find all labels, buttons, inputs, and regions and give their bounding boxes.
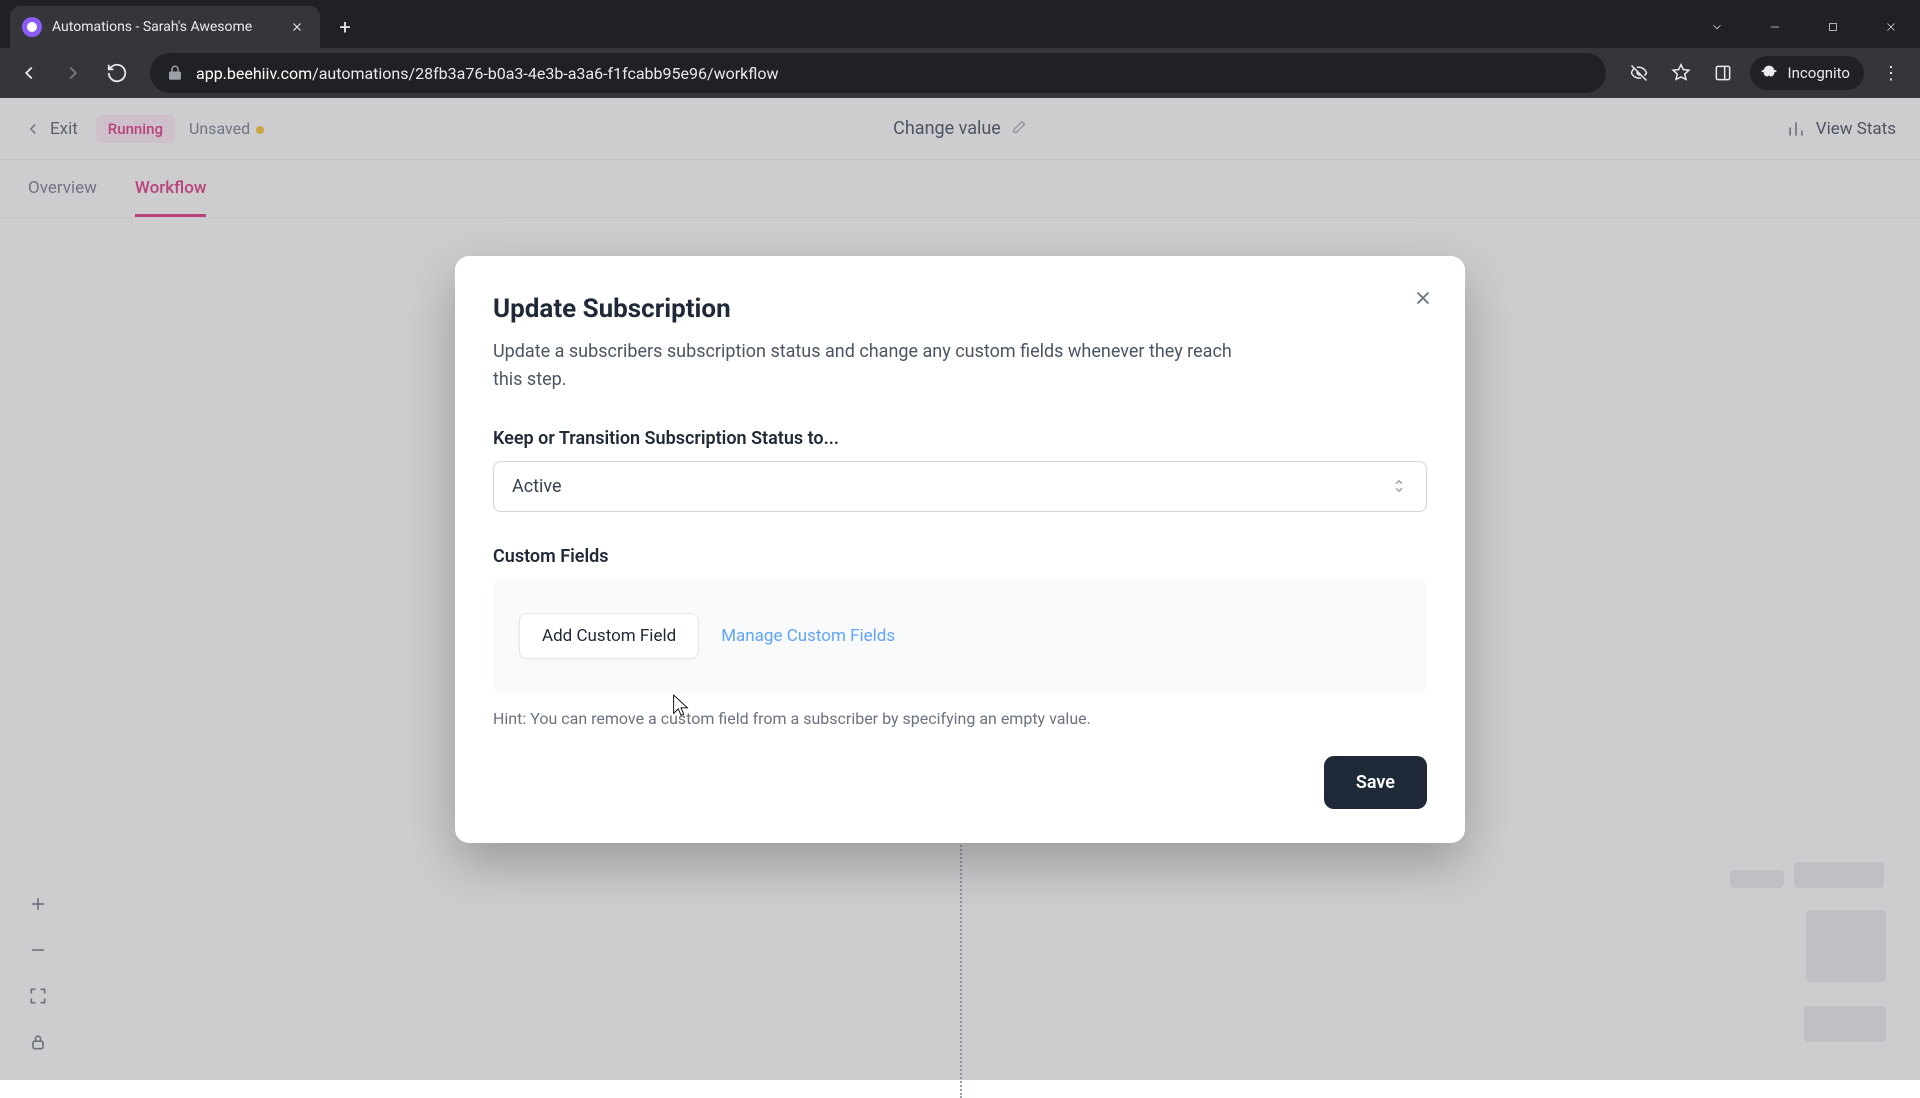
chevron-updown-icon <box>1390 477 1408 495</box>
tab-title: Automations - Sarah's Awesome <box>52 19 278 35</box>
browser-tab[interactable]: Automations - Sarah's Awesome <box>10 6 320 48</box>
chevron-down-icon[interactable] <box>1688 6 1746 48</box>
update-subscription-modal: Update Subscription Update a subscribers… <box>455 256 1465 843</box>
manage-custom-fields-link[interactable]: Manage Custom Fields <box>721 626 895 646</box>
modal-close-button[interactable] <box>1407 282 1439 314</box>
browser-toolbar: app.beehiiv.com/automations/28fb3a76-b0a… <box>0 48 1920 98</box>
forward-button[interactable] <box>54 54 92 92</box>
favicon-icon <box>22 17 42 37</box>
tab-close-icon[interactable] <box>288 18 306 36</box>
modal-description: Update a subscribers subscription status… <box>493 338 1253 394</box>
side-panel-icon[interactable] <box>1704 54 1742 92</box>
save-button[interactable]: Save <box>1324 756 1427 809</box>
browser-tab-strip: Automations - Sarah's Awesome + <box>0 0 1920 48</box>
window-controls <box>1688 6 1920 48</box>
close-window-icon[interactable] <box>1862 6 1920 48</box>
status-field-label: Keep or Transition Subscription Status t… <box>493 428 1427 449</box>
modal-overlay[interactable]: Update Subscription Update a subscribers… <box>0 98 1920 1080</box>
incognito-label: Incognito <box>1788 64 1850 82</box>
modal-title: Update Subscription <box>493 294 1427 324</box>
maximize-icon[interactable] <box>1804 6 1862 48</box>
incognito-icon <box>1758 62 1780 84</box>
status-select-value: Active <box>512 476 562 497</box>
custom-fields-panel: Add Custom Field Manage Custom Fields <box>493 579 1427 693</box>
new-tab-button[interactable]: + <box>328 10 362 44</box>
app-viewport: Exit Running Unsaved Change value View S… <box>0 98 1920 1080</box>
back-button[interactable] <box>10 54 48 92</box>
add-custom-field-button[interactable]: Add Custom Field <box>519 613 699 659</box>
custom-fields-label: Custom Fields <box>493 546 1427 567</box>
lock-icon <box>166 64 184 82</box>
bookmark-star-icon[interactable] <box>1662 54 1700 92</box>
status-select[interactable]: Active <box>493 461 1427 512</box>
url-text: app.beehiiv.com/automations/28fb3a76-b0a… <box>196 64 778 83</box>
reload-button[interactable] <box>98 54 136 92</box>
kebab-menu-icon[interactable]: ⋮ <box>1872 54 1910 92</box>
custom-fields-hint: Hint: You can remove a custom field from… <box>493 709 1427 728</box>
eye-off-icon[interactable] <box>1620 54 1658 92</box>
incognito-badge[interactable]: Incognito <box>1750 56 1864 90</box>
minimize-icon[interactable] <box>1746 6 1804 48</box>
close-icon <box>1412 287 1434 309</box>
address-bar[interactable]: app.beehiiv.com/automations/28fb3a76-b0a… <box>150 53 1606 93</box>
